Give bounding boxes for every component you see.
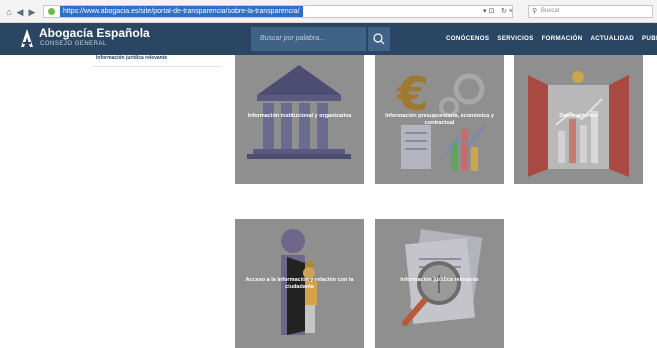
nav-publicaciones[interactable]: PUBLICACI (642, 35, 657, 43)
tile-label: Información jurídica relevante (400, 277, 479, 283)
brand-title[interactable]: Abogacía Española (39, 27, 150, 40)
address-url[interactable]: https://www.abogacia.es/site/portal-de-t… (60, 6, 303, 17)
tile-acceso[interactable]: Acceso a la información y relación con l… (235, 219, 364, 348)
open-window-chart-icon (528, 71, 629, 177)
tile-label: Datos abiertos (559, 113, 598, 119)
nav-formacion[interactable]: FORMACIÓN (542, 35, 583, 43)
nav-servicios[interactable]: SERVICIOS (497, 35, 533, 43)
main-nav: CONÓCENOS SERVICIOS FORMACIÓN ACTUALIDAD… (446, 35, 657, 43)
sidebar-item-informacion-juridica[interactable]: Información jurídica relevante (96, 55, 167, 62)
magnifier-icon (373, 33, 385, 45)
tile-institucional[interactable]: Información institucional y organizativa (235, 55, 364, 184)
building-columns-icon (247, 65, 351, 159)
nav-conocenos[interactable]: CONÓCENOS (446, 35, 489, 43)
secure-lock-icon (48, 8, 55, 15)
browser-search-placeholder: Buscar (541, 8, 560, 14)
forward-icon[interactable]: ▶ (27, 7, 37, 17)
compat-view-icon[interactable]: ▾ ⊡ (483, 7, 494, 16)
tile-label: Información institucional y organizativa (247, 113, 352, 119)
site-search-button[interactable] (368, 27, 390, 51)
tile-presupuestaria[interactable]: € Información presupuestaria, económica … (375, 55, 504, 184)
tile-datos-abiertos[interactable]: Datos abiertos (514, 55, 643, 184)
sidebar-divider (92, 66, 222, 67)
tile-label: Información presupuestaria, económica y … (385, 113, 494, 126)
site-search-input[interactable]: Buscar por palabra... (251, 27, 366, 51)
back-icon[interactable]: ◀ (15, 7, 25, 17)
tile-label: Acceso a la información y relación con l… (245, 277, 354, 290)
tile-juridica[interactable]: Información jurídica relevante (375, 219, 504, 348)
refresh-icon[interactable]: ↻ × (501, 7, 513, 16)
search-icon: ⚲ (532, 8, 538, 15)
home-icon[interactable]: ⌂ (4, 7, 14, 17)
magnifier-scales-icon (402, 229, 483, 326)
nav-actualidad[interactable]: ACTUALIDAD (590, 35, 634, 43)
logo-mark-icon[interactable] (20, 28, 34, 48)
brand-subtitle: CONSEJO GENERAL (40, 41, 107, 47)
